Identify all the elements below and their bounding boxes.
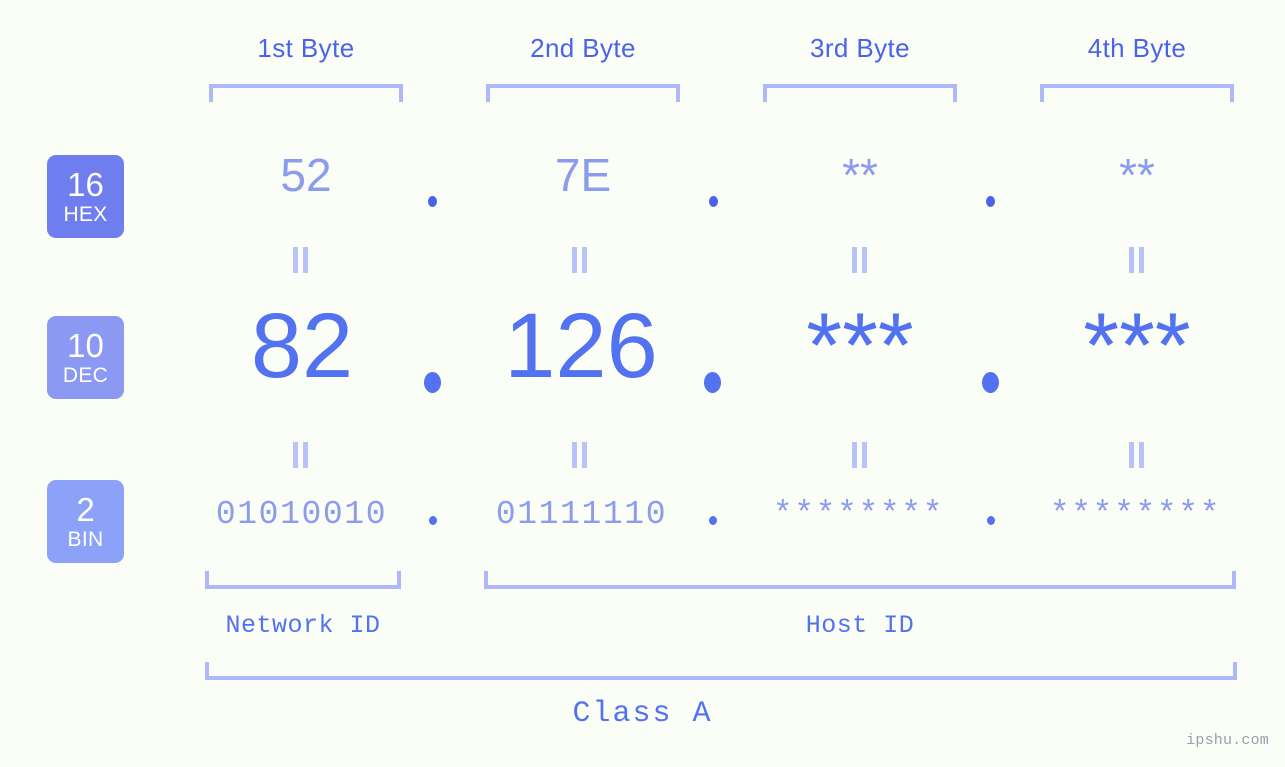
- radix-badge-hex-number: 16: [67, 166, 104, 203]
- byte-bracket-1: [209, 84, 403, 102]
- radix-badge-bin: 2 BIN: [47, 480, 124, 563]
- ip-address-diagram: 1st Byte 2nd Byte 3rd Byte 4th Byte 16 H…: [0, 0, 1285, 767]
- byte-header-2: 2nd Byte: [530, 33, 636, 63]
- equals-mark-hex-dec-4: [1128, 247, 1145, 273]
- equals-mark-dec-bin-3: [851, 442, 868, 468]
- dec-byte-4: ***: [1083, 295, 1191, 397]
- byte-bracket-3: [763, 84, 957, 102]
- byte-header-1: 1st Byte: [257, 33, 355, 63]
- equals-mark-dec-bin-1: [292, 442, 309, 468]
- bin-byte-3: ********: [772, 496, 945, 533]
- equals-mark-hex-dec-3: [851, 247, 868, 273]
- hex-dot-1: [428, 196, 437, 207]
- host-id-bracket: [484, 571, 1236, 589]
- equals-mark-dec-bin-4: [1128, 442, 1145, 468]
- radix-badge-dec-number: 10: [67, 327, 104, 364]
- dec-dot-3: [982, 372, 999, 393]
- dec-byte-3: ***: [806, 295, 914, 397]
- hex-dot-3: [986, 196, 995, 207]
- byte-header-4: 4th Byte: [1087, 33, 1187, 63]
- bin-byte-4: ********: [1049, 496, 1222, 533]
- equals-mark-dec-bin-2: [571, 442, 588, 468]
- radix-badge-hex: 16 HEX: [47, 155, 124, 238]
- equals-mark-hex-dec-1: [292, 247, 309, 273]
- bin-dot-2: [709, 516, 717, 525]
- dec-dot-2: [704, 372, 721, 393]
- hex-byte-2: 7E: [554, 149, 612, 201]
- hex-byte-4: **: [1119, 149, 1155, 201]
- bin-dot-1: [429, 516, 437, 525]
- radix-badge-hex-abbr: HEX: [63, 203, 108, 226]
- radix-badge-bin-abbr: BIN: [67, 528, 104, 551]
- bin-byte-2: 01111110: [495, 496, 668, 533]
- dec-byte-1: 82: [250, 295, 354, 397]
- radix-badge-dec: 10 DEC: [47, 316, 124, 399]
- class-label: Class A: [572, 697, 713, 731]
- hex-byte-3: **: [842, 149, 878, 201]
- radix-badge-dec-abbr: DEC: [62, 364, 109, 387]
- host-id-label: Host ID: [805, 611, 915, 640]
- dec-byte-2: 126: [504, 295, 658, 397]
- network-id-bracket: [205, 571, 401, 589]
- site-watermark: ipshu.com: [1186, 732, 1269, 749]
- bin-dot-3: [987, 516, 995, 525]
- hex-dot-2: [709, 196, 718, 207]
- byte-bracket-2: [486, 84, 680, 102]
- dec-dot-1: [424, 372, 441, 393]
- hex-byte-1: 52: [280, 149, 332, 201]
- network-id-label: Network ID: [225, 611, 381, 640]
- bin-byte-1: 01010010: [215, 496, 388, 533]
- byte-header-3: 3rd Byte: [809, 33, 911, 63]
- equals-mark-hex-dec-2: [571, 247, 588, 273]
- radix-badge-bin-number: 2: [76, 491, 95, 528]
- class-bracket: [205, 662, 1237, 680]
- byte-bracket-4: [1040, 84, 1234, 102]
